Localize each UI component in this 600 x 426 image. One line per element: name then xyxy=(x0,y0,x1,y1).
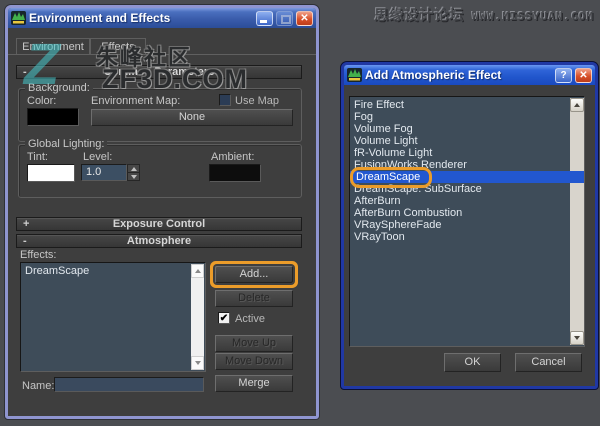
effects-label: Effects: xyxy=(20,249,56,261)
background-group: Background: Color: Environment Map: Use … xyxy=(18,88,302,142)
rollout-common-parameters[interactable]: - Common Parameters xyxy=(16,65,302,79)
list-item[interactable]: Volume Fog xyxy=(350,123,584,135)
name-label: Name: xyxy=(22,380,54,392)
list-item[interactable]: Fire Effect xyxy=(350,99,584,111)
close-icon[interactable]: ✕ xyxy=(296,11,313,26)
window-title: Add Atmospheric Effect xyxy=(365,68,552,82)
use-map-label: Use Map xyxy=(235,95,279,107)
active-label: Active xyxy=(235,313,265,325)
environment-effects-dialog: Environment and Effects ✕ Z 朱峰社区 ZF3D.CO… xyxy=(5,5,319,419)
desktop: 思缘设计论坛 WWW.MISSYUAN.COM Environment and … xyxy=(0,0,600,426)
color-label: Color: xyxy=(27,95,56,107)
ambient-swatch[interactable] xyxy=(209,164,261,182)
add-atmospheric-effect-dialog: Add Atmospheric Effect ? ✕ Fire EffectFo… xyxy=(341,62,598,389)
titlebar[interactable]: Environment and Effects ✕ xyxy=(8,8,316,28)
minimize-button[interactable] xyxy=(256,11,273,26)
list-item[interactable]: DreamScape xyxy=(21,265,205,277)
highlight-annotation: DreamScape xyxy=(350,167,432,188)
rollout-title: Common Parameters xyxy=(104,66,215,78)
list-item[interactable]: AfterBurn Combustion xyxy=(350,207,584,219)
close-icon[interactable]: ✕ xyxy=(575,68,592,83)
watermark-url-text: WWW.MISSYUAN.COM xyxy=(472,10,594,23)
active-checkbox[interactable]: ✔ xyxy=(218,312,230,324)
watermark-missyuan: 思缘设计论坛 WWW.MISSYUAN.COM xyxy=(374,5,594,25)
level-label: Level: xyxy=(83,151,112,163)
move-up-button[interactable]: Move Up xyxy=(215,335,293,352)
use-map-checkbox[interactable] xyxy=(219,94,231,106)
dialog-body: Z 朱峰社区 ZF3D.COM Environment Effects - Co… xyxy=(8,28,316,416)
collapse-icon[interactable]: - xyxy=(23,235,27,247)
move-down-button[interactable]: Move Down xyxy=(215,353,293,370)
ok-button[interactable]: OK xyxy=(444,353,501,372)
cancel-button[interactable]: Cancel xyxy=(515,353,582,372)
scroll-up-icon[interactable] xyxy=(191,264,204,278)
list-item[interactable]: AfterBurn xyxy=(350,195,584,207)
3dsmax-icon xyxy=(11,11,26,25)
dialog-body: Fire EffectFogVolume FogVolume LightfR-V… xyxy=(344,85,595,386)
level-spinner-value[interactable]: 1.0 xyxy=(81,164,127,181)
rollout-exposure-control[interactable]: + Exposure Control xyxy=(16,217,302,231)
effects-list[interactable]: DreamScape xyxy=(20,262,206,372)
effects-list-scrollbar[interactable] xyxy=(191,264,204,370)
rollout-title: Exposure Control xyxy=(113,218,205,230)
expand-icon[interactable]: + xyxy=(23,218,29,230)
scroll-down-icon[interactable] xyxy=(191,356,204,370)
scroll-up-icon[interactable] xyxy=(570,98,584,112)
list-item[interactable]: DreamScape xyxy=(350,171,584,183)
list-item[interactable]: Volume Light xyxy=(350,135,584,147)
rollout-title: Atmosphere xyxy=(127,235,191,247)
list-item[interactable]: fR-Volume Light xyxy=(350,147,584,159)
scroll-down-icon[interactable] xyxy=(570,331,584,345)
list-item[interactable]: VRaySphereFade xyxy=(350,219,584,231)
merge-button[interactable]: Merge xyxy=(215,375,293,392)
window-title: Environment and Effects xyxy=(29,11,253,25)
tint-swatch[interactable] xyxy=(27,164,75,182)
background-legend: Background: xyxy=(25,82,93,94)
ambient-label: Ambient: xyxy=(211,151,254,163)
tab-effects[interactable]: Effects xyxy=(90,38,146,55)
help-icon[interactable]: ? xyxy=(555,68,572,83)
add-effect-button[interactable]: Add... xyxy=(215,266,293,283)
global-lighting-group: Global Lighting: Tint: Level: 1.0 Ambien… xyxy=(18,144,302,198)
3dsmax-icon xyxy=(347,68,362,82)
delete-effect-button[interactable]: Delete xyxy=(215,290,293,307)
titlebar[interactable]: Add Atmospheric Effect ? ✕ xyxy=(344,65,595,85)
list-item[interactable]: VRayToon xyxy=(350,231,584,243)
watermark-cn-text: 思缘设计论坛 xyxy=(374,8,464,24)
maximize-button[interactable] xyxy=(276,11,293,26)
environment-map-label: Environment Map: xyxy=(91,95,180,107)
rollout-atmosphere[interactable]: - Atmosphere xyxy=(16,234,302,248)
environment-map-button[interactable]: None xyxy=(91,109,293,126)
tint-label: Tint: xyxy=(27,151,48,163)
name-input[interactable] xyxy=(54,377,204,392)
global-lighting-legend: Global Lighting: xyxy=(25,138,107,150)
collapse-icon[interactable]: - xyxy=(23,66,27,78)
level-spin-down-icon[interactable] xyxy=(127,172,140,181)
atmospheric-effects-list[interactable]: Fire EffectFogVolume FogVolume LightfR-V… xyxy=(349,96,585,347)
background-color-swatch[interactable] xyxy=(27,108,79,126)
effects-list-scrollbar[interactable] xyxy=(570,98,584,345)
tab-strip-divider xyxy=(8,54,316,55)
tab-environment[interactable]: Environment xyxy=(16,38,90,55)
list-item[interactable]: Fog xyxy=(350,111,584,123)
